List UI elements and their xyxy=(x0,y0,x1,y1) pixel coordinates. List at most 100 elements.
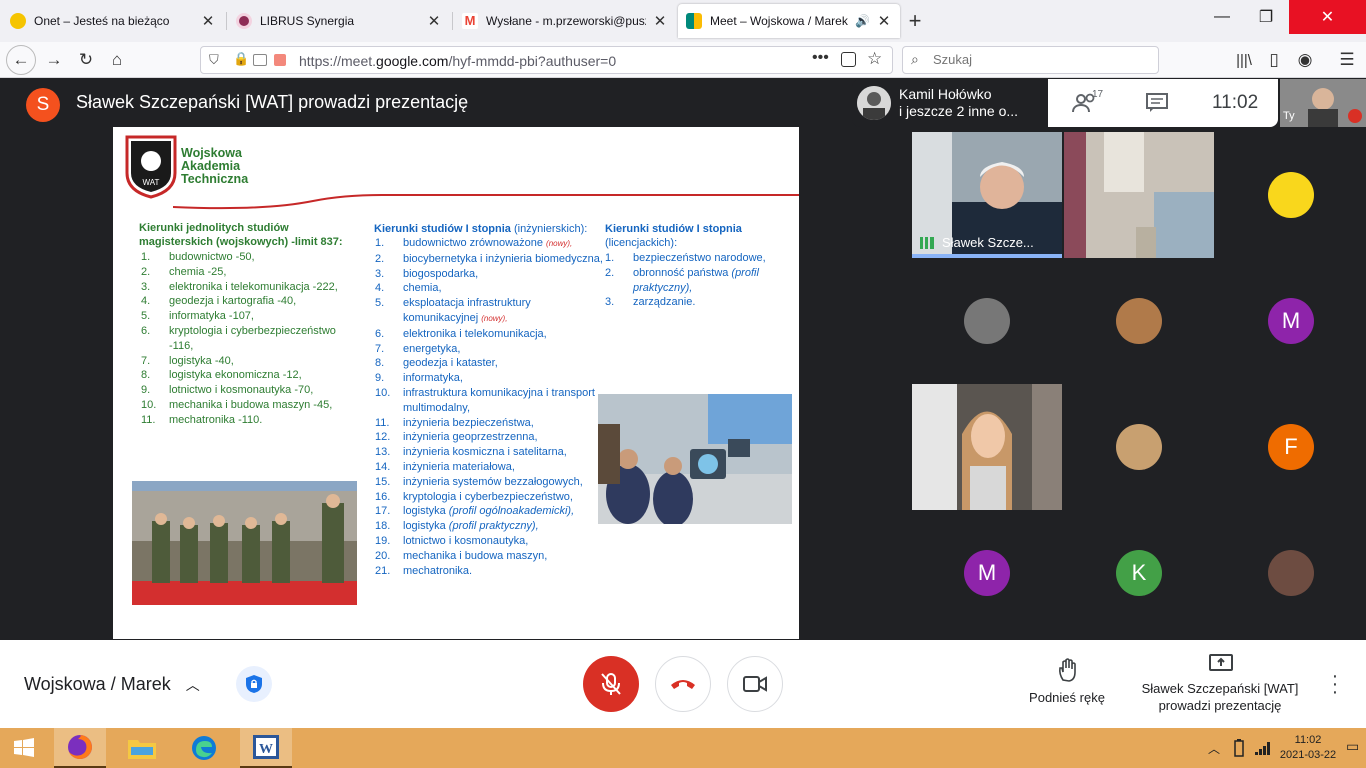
participant-tile[interactable] xyxy=(1216,132,1366,258)
taskbar-edge[interactable] xyxy=(178,728,230,768)
list-item: 10. mechanika i budowa maszyn -45, xyxy=(141,398,333,411)
tab-meet[interactable]: Meet – Wojskowa / Marek 🔊 ✕ xyxy=(678,4,900,38)
pocket-icon[interactable] xyxy=(841,52,856,67)
participant-tile[interactable] xyxy=(912,384,1062,510)
list-item: 11. mechatronika -110. xyxy=(141,413,263,426)
sidebar-icon[interactable]: ▯ xyxy=(1260,46,1288,74)
forward-button[interactable]: → xyxy=(40,46,68,74)
close-window-button[interactable]: ✕ xyxy=(1289,0,1366,34)
firefox-icon xyxy=(68,735,92,759)
presentation-slide: WAT Wojskowa Akademia Techniczna Kierunk… xyxy=(113,127,799,639)
column3-list: 1. bezpieczeństwo narodowe, 2. obronność pa… xyxy=(605,251,785,310)
network-signal-icon[interactable] xyxy=(1254,740,1272,756)
speaker-icon[interactable]: 🔊 xyxy=(855,14,870,28)
list-item: 2. chemia -25, xyxy=(141,265,227,278)
participant-tile[interactable]: K xyxy=(1064,510,1214,636)
meeting-details-button[interactable]: Wojskowa / Marek ︿ xyxy=(24,674,200,695)
raise-hand-label: Podnieś rękę xyxy=(1029,690,1105,705)
list-item: 1. bezpieczeństwo narodowe, xyxy=(605,252,766,264)
participant-avatar: K xyxy=(1116,550,1162,596)
host-controls-button[interactable] xyxy=(236,666,272,702)
chevron-up-icon: ︿ xyxy=(185,677,200,693)
raise-hand-button[interactable]: Podnieś rękę xyxy=(1022,658,1112,708)
list-item: 7. energetyka, xyxy=(375,342,461,355)
home-button[interactable]: ⌂ xyxy=(103,46,131,74)
hand-icon xyxy=(1059,658,1076,682)
list-item: 9. lotnictwo i kosmonautyka -70, xyxy=(141,384,314,397)
red-swoosh xyxy=(173,194,799,210)
taskbar-clock[interactable]: 11:02 2021-03-22 xyxy=(1278,733,1338,763)
list-item: 6. elektronika i telekomunikacja, xyxy=(375,327,547,340)
show-hidden-icons-button[interactable]: ︿ xyxy=(1208,740,1220,757)
close-tab-icon[interactable]: ✕ xyxy=(652,12,668,30)
screen-share-icon[interactable] xyxy=(274,54,286,66)
tab-gmail[interactable]: M Wysłane - m.przeworski@puszk ✕ xyxy=(454,4,676,38)
shield-lock-icon xyxy=(246,675,262,693)
battery-icon[interactable] xyxy=(1232,738,1246,758)
participant-tile[interactable] xyxy=(1064,132,1214,258)
onet-favicon-icon xyxy=(10,13,26,29)
list-item: 11. inżynieria bezpieczeństwa, xyxy=(375,416,534,429)
participant-avatar xyxy=(1116,424,1162,470)
list-item: 14. inżynieria materiałowa, xyxy=(375,460,515,473)
participant-avatar xyxy=(1268,550,1314,596)
search-input[interactable] xyxy=(933,52,1143,67)
mic-off-icon xyxy=(601,673,621,695)
column2-heading: Kierunki studiów I stopnia (inżynierskic… xyxy=(374,223,588,235)
camera-toggle-button[interactable] xyxy=(727,656,783,712)
camera-permission-icon[interactable] xyxy=(253,54,267,66)
taskbar-firefox[interactable] xyxy=(54,728,106,768)
participant-tile[interactable] xyxy=(1064,384,1214,510)
search-box[interactable]: ⌕ xyxy=(902,46,1159,74)
participant-grid: Sławek Szcze... M F M K xyxy=(912,127,1366,640)
notifications-icon[interactable]: ▭ xyxy=(1346,738,1359,755)
folder-icon xyxy=(128,740,156,759)
list-item: 2. obronność państwa (profil praktyczny), xyxy=(605,266,759,294)
tab-title: Wysłane - m.przeworski@puszk xyxy=(486,14,646,28)
list-item: 3. biogospodarka, xyxy=(375,267,479,280)
participants-button[interactable]: 17 xyxy=(1072,89,1103,115)
reload-button[interactable]: ↻ xyxy=(72,46,100,74)
participant-video xyxy=(1064,132,1214,258)
menu-icon[interactable]: ☰ xyxy=(1333,46,1361,74)
close-tab-icon[interactable]: ✕ xyxy=(426,12,442,30)
participant-tile[interactable]: F xyxy=(1216,384,1366,510)
microphone-toggle-button[interactable] xyxy=(583,656,639,712)
participant-tile[interactable] xyxy=(1064,258,1214,384)
library-icon[interactable]: |||\ xyxy=(1230,46,1258,74)
svg-text:WAT: WAT xyxy=(143,178,160,187)
participant-tile[interactable] xyxy=(912,258,1062,384)
lock-icon[interactable]: 🔒 xyxy=(233,51,249,67)
tab-onet[interactable]: Onet – Jesteś na bieżąco ✕ xyxy=(2,4,224,38)
start-button[interactable] xyxy=(0,728,48,768)
column3-heading: Kierunki studiów I stopnia (licencjackic… xyxy=(605,223,742,249)
close-tab-icon[interactable]: ✕ xyxy=(200,12,216,30)
search-icon: ⌕ xyxy=(911,51,919,67)
url-bar[interactable]: ⛉ 🔒 https://meet.google.com/hyf-mmdd-pbi… xyxy=(200,46,893,74)
participant-tile[interactable]: Sławek Szcze... xyxy=(912,132,1062,258)
participant-tile[interactable]: M xyxy=(912,510,1062,636)
taskbar-word[interactable]: W xyxy=(240,728,292,768)
participant-tile[interactable] xyxy=(1216,510,1366,636)
more-options-button[interactable]: · · · xyxy=(1326,666,1344,702)
participant-tile[interactable]: M xyxy=(1216,258,1366,384)
chat-button[interactable] xyxy=(1146,93,1168,113)
presentation-status-button[interactable]: Sławek Szczepański [WAT] prowadzi prezen… xyxy=(1135,654,1305,714)
tab-librus[interactable]: LIBRUS Synergia ✕ xyxy=(228,4,450,38)
taskbar-file-explorer[interactable] xyxy=(116,728,168,768)
url-text[interactable]: https://meet.google.com/hyf-mmdd-pbi?aut… xyxy=(299,53,616,69)
account-icon[interactable]: ◉ xyxy=(1291,46,1319,74)
leave-call-button[interactable] xyxy=(655,656,711,712)
maximize-button[interactable]: ❐ xyxy=(1240,0,1292,34)
bookmark-star-icon[interactable]: ☆ xyxy=(867,49,882,69)
librus-favicon-icon xyxy=(236,13,252,29)
page-actions-icon[interactable]: ••• xyxy=(812,49,829,67)
shield-icon[interactable]: ⛉ xyxy=(209,52,219,68)
new-tab-button[interactable]: + xyxy=(903,9,927,33)
navigation-bar: ← → ↻ ⌂ ⛉ 🔒 https://meet.google.com/hyf-… xyxy=(0,42,1366,78)
self-view-tile[interactable]: Ty xyxy=(1280,79,1366,127)
back-button[interactable]: ← xyxy=(6,45,36,75)
close-tab-icon[interactable]: ✕ xyxy=(876,12,892,30)
list-item: 18. logistyka (profil praktyczny), xyxy=(375,520,539,533)
list-item: 17. logistyka (profil ogólnoakademicki), xyxy=(375,505,575,518)
